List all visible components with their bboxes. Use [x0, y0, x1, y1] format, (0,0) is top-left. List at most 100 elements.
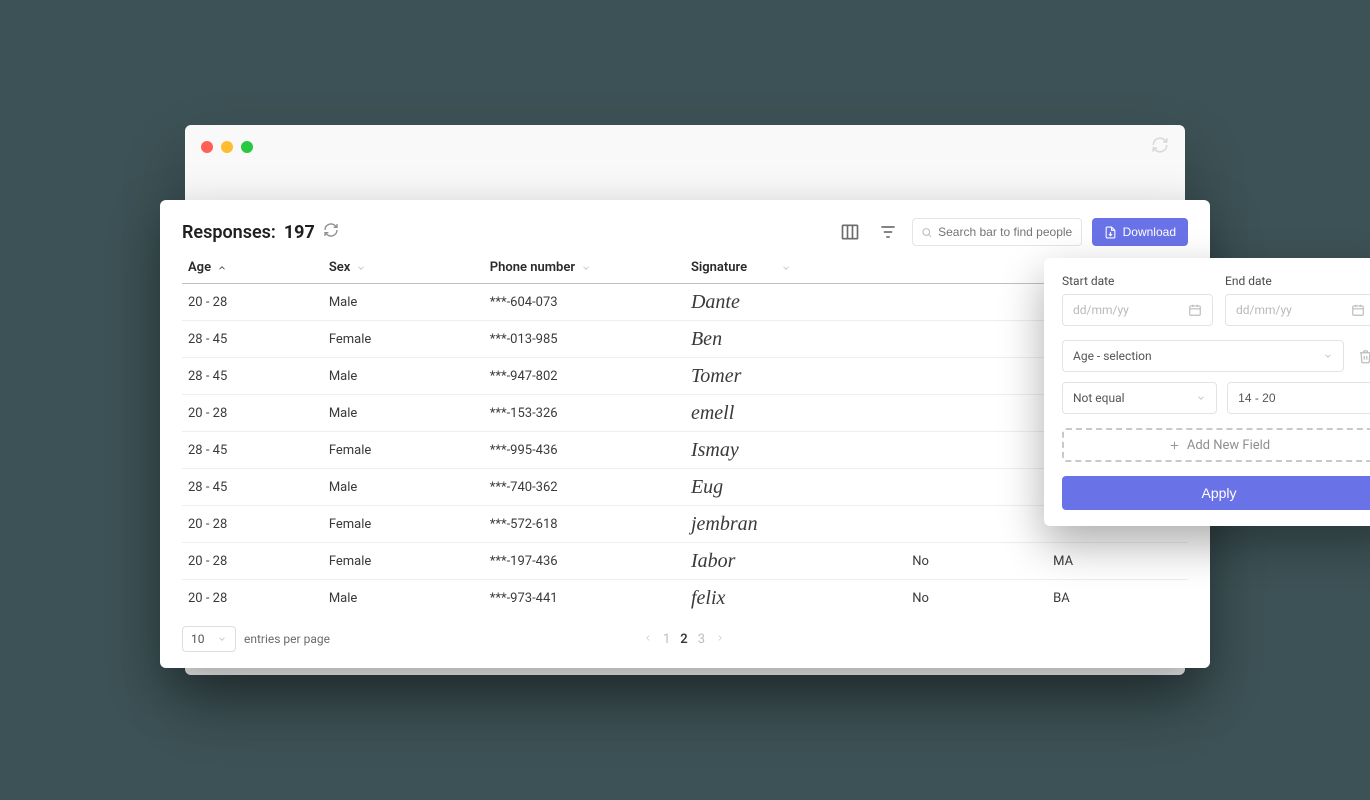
responses-label: Responses:	[182, 222, 276, 243]
cell-6: BA	[1047, 580, 1188, 617]
cell-sex: Female	[323, 432, 484, 469]
page-size-select[interactable]: 10	[182, 626, 236, 652]
cell-5	[906, 432, 1047, 469]
end-date-placeholder: dd/mm/yy	[1236, 303, 1351, 317]
filter-field-select[interactable]: Age - selection	[1062, 340, 1344, 372]
next-page[interactable]	[715, 632, 725, 647]
cell-sex: Male	[323, 358, 484, 395]
maximize-icon[interactable]	[241, 141, 253, 153]
cell-phone: ***-947-802	[484, 358, 685, 395]
col-age[interactable]: Age	[182, 252, 323, 284]
table-row[interactable]: 20 - 28Female***-197-436IaborNoMA	[182, 543, 1188, 580]
start-date-label: Start date	[1062, 274, 1213, 288]
cell-phone: ***-973-441	[484, 580, 685, 617]
search-field[interactable]	[938, 225, 1073, 239]
cell-5	[906, 284, 1047, 321]
calendar-icon	[1351, 303, 1365, 317]
filter-field-value: Age - selection	[1073, 349, 1152, 363]
cell-age: 28 - 45	[182, 469, 323, 506]
filter-condition-select[interactable]: Not equal	[1062, 382, 1217, 414]
chevron-right-icon	[715, 633, 725, 643]
col-sex[interactable]: Sex	[323, 252, 484, 284]
plus-icon	[1168, 439, 1181, 452]
add-field-label: Add New Field	[1187, 438, 1270, 453]
page-1[interactable]: 1	[663, 632, 670, 647]
col-phone[interactable]: Phone number	[484, 252, 685, 284]
add-field-button[interactable]: Add New Field	[1062, 428, 1370, 462]
table-row[interactable]: 20 - 28Male***-153-326emell	[182, 395, 1188, 432]
responses-count: 197	[284, 222, 315, 243]
filter-condition-value: Not equal	[1073, 391, 1125, 405]
cell-5	[906, 395, 1047, 432]
col-signature[interactable]: Signature	[685, 252, 906, 284]
cell-sex: Female	[323, 321, 484, 358]
cell-5	[906, 469, 1047, 506]
chevron-down-icon	[1196, 393, 1206, 403]
page-2[interactable]: 2	[680, 632, 687, 647]
trash-icon	[1358, 349, 1370, 364]
cell-phone: ***-995-436	[484, 432, 685, 469]
header-tools: Download	[836, 218, 1188, 246]
cell-signature: Iabor	[685, 543, 906, 580]
cell-phone: ***-740-362	[484, 469, 685, 506]
remove-filter-button[interactable]	[1354, 345, 1370, 367]
entries-label: entries per page	[244, 632, 330, 646]
table-row[interactable]: 28 - 45Male***-740-362Eug	[182, 469, 1188, 506]
sync-icon	[1151, 136, 1169, 158]
cell-5: No	[906, 543, 1047, 580]
download-button[interactable]: Download	[1092, 218, 1188, 246]
responses-table: Age Sex Phone number Signature 20 - 28Ma…	[182, 252, 1188, 616]
cell-signature: emell	[685, 395, 906, 432]
filter-value-input[interactable]	[1227, 382, 1370, 414]
cell-age: 20 - 28	[182, 580, 323, 617]
download-label: Download	[1123, 225, 1176, 239]
page-3[interactable]: 3	[698, 632, 705, 647]
start-date-input[interactable]: dd/mm/yy	[1062, 294, 1213, 326]
columns-button[interactable]	[836, 218, 864, 246]
chevron-left-icon	[643, 633, 653, 643]
search-icon	[921, 226, 933, 239]
entries-per-page: 10 entries per page	[182, 626, 330, 652]
table-row[interactable]: 20 - 28Female***-572-618jembran	[182, 506, 1188, 543]
col-5[interactable]	[906, 252, 1047, 284]
sort-asc-icon	[217, 263, 227, 273]
cell-signature: Dante	[685, 284, 906, 321]
page-size-value: 10	[191, 632, 205, 646]
filter-panel: Start date dd/mm/yy End date dd/mm/yy Ag…	[1044, 258, 1370, 526]
pager-row: 10 entries per page 1 2 3	[182, 626, 1188, 652]
apply-button[interactable]: Apply	[1062, 476, 1370, 510]
table-row[interactable]: 20 - 28Male***-973-441felixNoBA	[182, 580, 1188, 617]
close-icon[interactable]	[201, 141, 213, 153]
minimize-icon[interactable]	[221, 141, 233, 153]
cell-signature: Eug	[685, 469, 906, 506]
refresh-icon[interactable]	[323, 222, 339, 243]
cell-signature: Ismay	[685, 432, 906, 469]
cell-5	[906, 506, 1047, 543]
cell-signature: Tomer	[685, 358, 906, 395]
table-header-row: Age Sex Phone number Signature	[182, 252, 1188, 284]
filter-button[interactable]	[874, 218, 902, 246]
prev-page[interactable]	[643, 632, 653, 647]
cell-phone: ***-197-436	[484, 543, 685, 580]
pagination: 1 2 3	[643, 632, 725, 647]
cell-5: No	[906, 580, 1047, 617]
download-icon	[1104, 226, 1117, 239]
table-row[interactable]: 28 - 45Female***-995-436Ismay	[182, 432, 1188, 469]
table-row[interactable]: 20 - 28Male***-604-073Dante	[182, 284, 1188, 321]
chevron-down-icon	[217, 634, 227, 644]
table-row[interactable]: 28 - 45Male***-947-802Tomer	[182, 358, 1188, 395]
search-input[interactable]	[912, 218, 1082, 246]
table-row[interactable]: 28 - 45Female***-013-985Ben	[182, 321, 1188, 358]
end-date-input[interactable]: dd/mm/yy	[1225, 294, 1370, 326]
responses-title: Responses: 197	[182, 222, 339, 243]
cell-signature: Ben	[685, 321, 906, 358]
cell-signature: felix	[685, 580, 906, 617]
cell-signature: jembran	[685, 506, 906, 543]
cell-sex: Male	[323, 469, 484, 506]
cell-phone: ***-604-073	[484, 284, 685, 321]
chevron-down-icon	[356, 263, 366, 273]
cell-sex: Male	[323, 284, 484, 321]
chevron-down-icon	[781, 263, 791, 273]
cell-phone: ***-572-618	[484, 506, 685, 543]
filter-value-field[interactable]	[1238, 391, 1365, 405]
